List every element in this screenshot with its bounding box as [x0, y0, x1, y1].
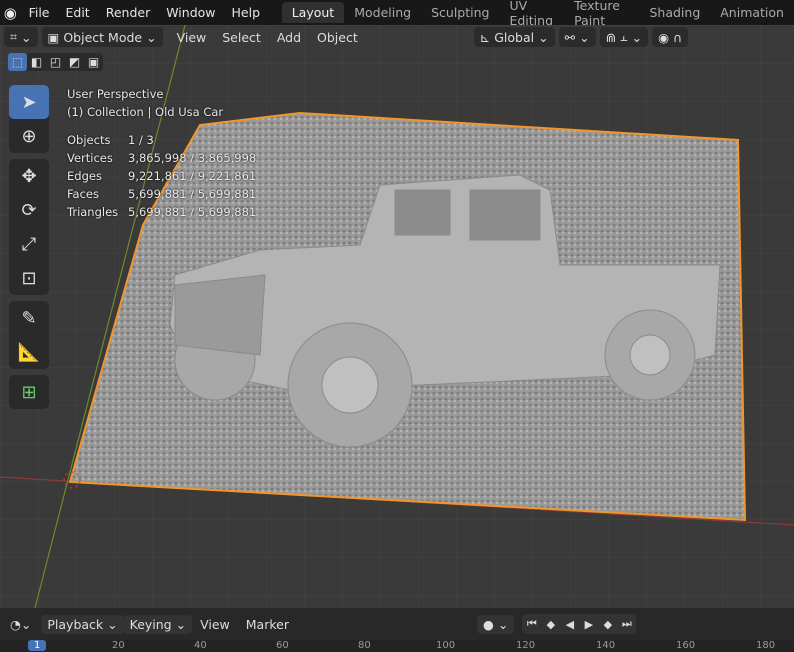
scale-tool-icon[interactable]: ⤢	[9, 227, 49, 261]
pivot-select[interactable]: ⚯ ⌄	[558, 27, 596, 47]
cursor-tool-icon[interactable]: ⊕	[9, 119, 49, 153]
proportional-edit-toggle[interactable]: ◉ ∩	[652, 27, 689, 47]
playback-controls: ⏮ ◆ ◀ ▶ ◆ ⏭	[522, 614, 637, 634]
tab-modeling[interactable]: Modeling	[344, 2, 421, 23]
keying-label: Keying	[129, 616, 172, 632]
jump-end-icon[interactable]: ⏭	[617, 614, 636, 634]
mode-label: Object Mode	[63, 29, 143, 45]
stat-value: 5,699,881 / 5,699,881	[128, 187, 257, 201]
tab-shading[interactable]: Shading	[639, 2, 710, 23]
menu-window[interactable]: Window	[158, 5, 223, 20]
link-icon: ⚯	[564, 29, 576, 45]
falloff-curve-icon: ∩	[673, 29, 683, 45]
chevron-down-icon: ⌄	[538, 29, 549, 45]
frame-tick: 100	[436, 640, 456, 651]
top-bar: ◉ File Edit Render Window Help Layout Mo…	[0, 0, 794, 28]
play-reverse-icon[interactable]: ◀	[560, 614, 579, 634]
viewport-header: ⌗ ⌄ ▣ Object Mode ⌄ View Select Add Object …	[0, 25, 794, 49]
stat-value: 1 / 3	[128, 133, 154, 147]
keying-menu[interactable]: Keying ⌄	[123, 614, 193, 634]
transform-tool-icon[interactable]: ⊡	[9, 261, 49, 295]
menu-add[interactable]: Add	[269, 30, 309, 45]
proportional-icon: ◉	[658, 29, 670, 45]
blender-logo-icon[interactable]: ◉	[0, 4, 21, 22]
select-invert-icon[interactable]: ◩	[65, 53, 84, 71]
frame-tick: 140	[596, 640, 616, 651]
select-box-tool-icon[interactable]: ➤	[9, 85, 49, 119]
menu-edit[interactable]: Edit	[57, 5, 97, 20]
tab-animation[interactable]: Animation	[710, 2, 794, 23]
move-tool-icon[interactable]: ✥	[9, 159, 49, 193]
prev-keyframe-icon[interactable]: ◆	[541, 614, 560, 634]
frame-tick: 120	[516, 640, 536, 651]
chevron-down-icon: ⌄	[146, 29, 157, 45]
stat-value: 9,221,861 / 9,221,861	[128, 169, 257, 183]
magnet-icon: ⋒	[605, 29, 617, 45]
tool-shelf: ➤ ⊕ ✥ ⟳ ⤢ ⊡ ✎ 📐 ⊞	[9, 85, 49, 415]
rotate-tool-icon[interactable]: ⟳	[9, 193, 49, 227]
grid-icon: ⌗	[10, 29, 18, 44]
current-frame-badge[interactable]: 1	[28, 640, 47, 651]
annotate-tool-icon[interactable]: ✎	[9, 301, 49, 335]
playback-label: Playback	[47, 616, 104, 632]
3d-viewport[interactable]: ⌗ ⌄ ▣ Object Mode ⌄ View Select Add Object …	[0, 25, 794, 608]
view-name: User Perspective	[67, 87, 164, 101]
axes-icon: ⊾	[479, 29, 491, 45]
selection-mode-group: ⬚ ◧ ◰ ◩ ▣	[8, 53, 103, 71]
jump-start-icon[interactable]: ⏮	[522, 614, 541, 634]
next-keyframe-icon[interactable]: ◆	[598, 614, 617, 634]
add-cube-tool-icon[interactable]: ⊞	[9, 375, 49, 409]
frame-tick: 40	[194, 640, 207, 651]
snap-increment-icon: ⫠	[620, 29, 628, 44]
menu-render[interactable]: Render	[98, 5, 159, 20]
menu-view[interactable]: View	[169, 30, 215, 45]
viewport-info-overlay: User Perspective (1) Collection | Old Us…	[67, 85, 256, 221]
tab-sculpting[interactable]: Sculpting	[421, 2, 499, 23]
orientation-select[interactable]: ⊾ Global ⌄	[473, 27, 555, 47]
object-mode-icon: ▣	[47, 29, 60, 45]
frame-tick: 180	[756, 640, 776, 651]
clock-icon[interactable]: ◔⌄	[4, 615, 37, 634]
frame-tick: 160	[676, 640, 696, 651]
measure-tool-icon[interactable]: 📐	[9, 335, 49, 369]
playback-menu[interactable]: Playback ⌄	[41, 614, 124, 634]
stat-label: Faces	[67, 187, 99, 201]
frame-tick: 20	[112, 640, 125, 651]
chevron-down-icon: ⌄	[21, 29, 32, 45]
stat-label: Objects	[67, 133, 111, 147]
stat-value: 3,865,998 / 3,865,998	[128, 151, 257, 165]
play-icon[interactable]: ▶	[579, 614, 598, 634]
select-intersect-icon[interactable]: ▣	[84, 53, 103, 71]
frame-tick: 80	[358, 640, 371, 651]
menu-file[interactable]: File	[21, 5, 58, 20]
timeline-header: ◔⌄ Playback ⌄ Keying ⌄ View Marker ● ⌄ ⏮…	[0, 608, 794, 640]
timeline-editor: ◔⌄ Playback ⌄ Keying ⌄ View Marker ● ⌄ ⏮…	[0, 608, 794, 652]
timeline-marker-menu[interactable]: Marker	[238, 617, 297, 632]
stat-label: Edges	[67, 169, 102, 183]
select-extend-icon[interactable]: ◧	[27, 53, 46, 71]
tab-layout[interactable]: Layout	[281, 2, 345, 23]
stat-label: Triangles	[67, 205, 119, 219]
collection-label: (1) Collection | Old Usa Car	[67, 105, 224, 119]
mode-select[interactable]: ▣ Object Mode ⌄	[41, 27, 163, 47]
select-new-icon[interactable]: ⬚	[8, 53, 27, 71]
menu-help[interactable]: Help	[224, 5, 269, 20]
menu-select[interactable]: Select	[214, 30, 269, 45]
orientation-label: Global	[494, 29, 535, 45]
frame-tick: 60	[276, 640, 289, 651]
frame-ruler[interactable]: 1 20 40 60 80 100 120 140 160 180	[0, 640, 794, 652]
snap-toggle[interactable]: ⋒ ⫠ ⌄	[599, 27, 649, 47]
stat-label: Vertices	[67, 151, 113, 165]
menu-object[interactable]: Object	[309, 30, 366, 45]
timeline-view-menu[interactable]: View	[192, 617, 238, 632]
auto-keying-toggle[interactable]: ● ⌄	[476, 614, 515, 634]
stat-value: 5,699,881 / 5,699,881	[128, 205, 257, 219]
editor-type-button[interactable]: ⌗ ⌄	[4, 27, 38, 47]
select-subtract-icon[interactable]: ◰	[46, 53, 65, 71]
scene-statistics: Objects 1 / 3 Vertices 3,865,998 / 3,865,9…	[67, 131, 256, 221]
